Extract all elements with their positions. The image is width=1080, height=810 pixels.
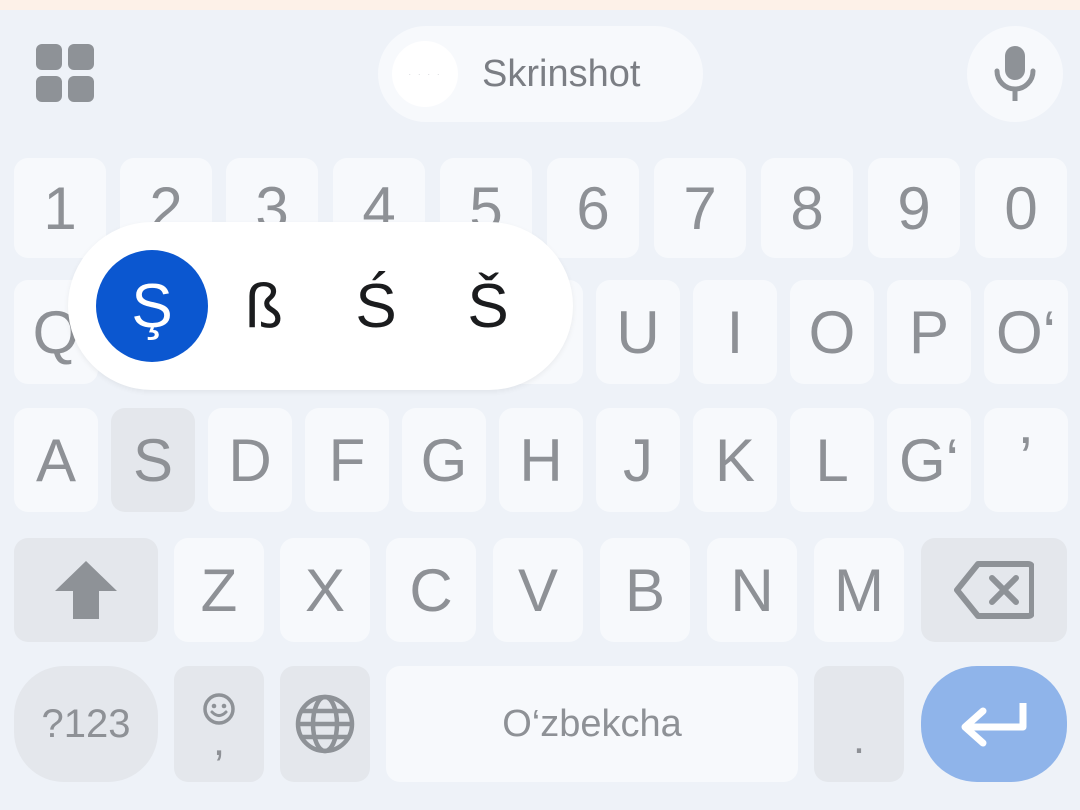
key-l[interactable]: L <box>790 408 874 512</box>
key-o-turned-comma[interactable]: O‘ <box>984 280 1068 384</box>
shift-arrow-icon <box>55 561 117 619</box>
suggestion-text: Skrinshot <box>482 52 641 95</box>
key-h[interactable]: H <box>499 408 583 512</box>
key-apostrophe[interactable]: ʼ <box>984 408 1068 512</box>
key-1[interactable]: 1 <box>14 158 106 258</box>
backspace-icon <box>954 561 1034 619</box>
suggestion-chip[interactable]: · · · · Skrinshot <box>378 26 703 122</box>
key-b[interactable]: B <box>600 538 690 642</box>
alternate-sharp-s[interactable]: ß <box>208 250 320 362</box>
globe-icon <box>295 694 355 754</box>
alternates-popup: Ş ß Ś Š <box>68 222 573 390</box>
period-key[interactable]: . <box>814 666 904 782</box>
alternate-s-caron[interactable]: Š <box>432 250 544 362</box>
key-z[interactable]: Z <box>174 538 264 642</box>
key-s[interactable]: S <box>111 408 195 512</box>
space-bar[interactable]: O‘zbekcha <box>386 666 798 782</box>
key-m[interactable]: M <box>814 538 904 642</box>
key-g[interactable]: G <box>402 408 486 512</box>
key-d[interactable]: D <box>208 408 292 512</box>
key-7[interactable]: 7 <box>654 158 746 258</box>
suggestion-thumbnail: · · · · <box>392 41 458 107</box>
key-i[interactable]: I <box>693 280 777 384</box>
key-j[interactable]: J <box>596 408 680 512</box>
language-key[interactable] <box>280 666 370 782</box>
microphone-icon[interactable] <box>967 26 1063 122</box>
key-0[interactable]: 0 <box>975 158 1067 258</box>
alternate-s-cedilla[interactable]: Ş <box>96 250 208 362</box>
key-n[interactable]: N <box>707 538 797 642</box>
shift-key[interactable] <box>14 538 158 642</box>
key-u[interactable]: U <box>596 280 680 384</box>
key-a[interactable]: A <box>14 408 98 512</box>
enter-arrow-icon <box>961 703 1027 747</box>
key-g-turned-comma[interactable]: G‘ <box>887 408 971 512</box>
top-edge-strip <box>0 0 1080 10</box>
key-p[interactable]: P <box>887 280 971 384</box>
key-c[interactable]: C <box>386 538 476 642</box>
backspace-key[interactable] <box>921 538 1067 642</box>
comma-label: , <box>212 716 226 765</box>
enter-key[interactable] <box>921 666 1067 782</box>
key-8[interactable]: 8 <box>761 158 853 258</box>
key-o[interactable]: O <box>790 280 874 384</box>
key-k[interactable]: K <box>693 408 777 512</box>
symbols-key[interactable]: ?123 <box>14 666 158 782</box>
apps-grid-icon[interactable] <box>20 30 110 116</box>
key-9[interactable]: 9 <box>868 158 960 258</box>
key-f[interactable]: F <box>305 408 389 512</box>
emoji-comma-key[interactable]: , <box>174 666 264 782</box>
key-x[interactable]: X <box>280 538 370 642</box>
key-v[interactable]: V <box>493 538 583 642</box>
key-6[interactable]: 6 <box>547 158 639 258</box>
alternate-s-acute[interactable]: Ś <box>320 250 432 362</box>
